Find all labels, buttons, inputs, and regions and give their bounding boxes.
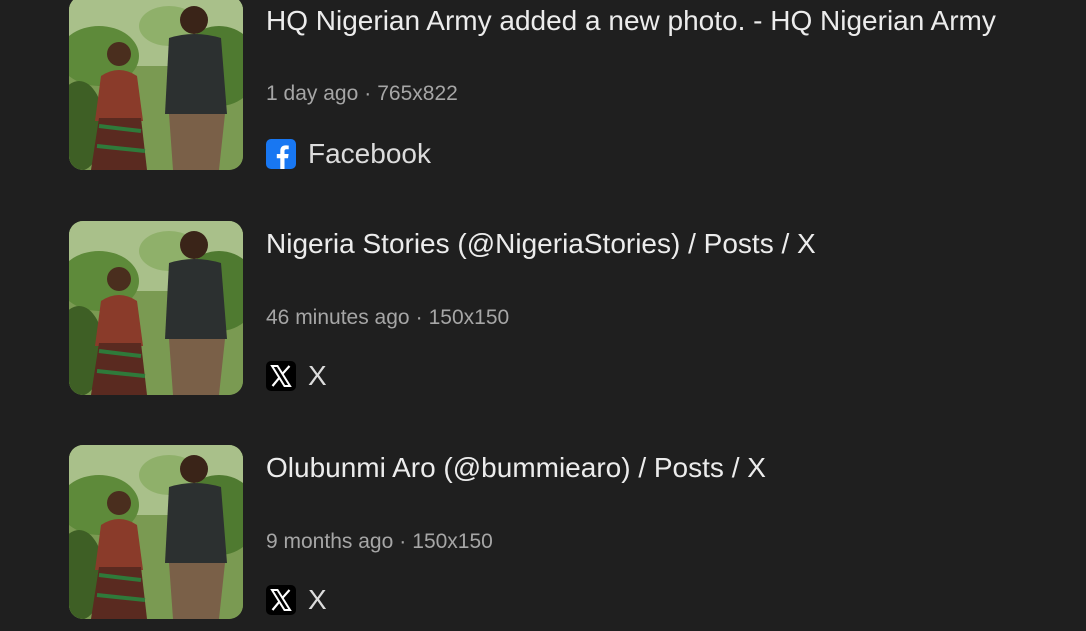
photo-thumbnail-image bbox=[69, 445, 243, 619]
result-thumbnail[interactable] bbox=[69, 0, 243, 170]
photo-thumbnail-image bbox=[69, 221, 243, 395]
result-meta: 1 day ago · 765x822 bbox=[266, 81, 458, 107]
facebook-icon bbox=[266, 139, 296, 169]
result-item[interactable]: HQ Nigerian Army added a new photo. - HQ… bbox=[0, 0, 1086, 172]
result-thumbnail[interactable] bbox=[69, 445, 243, 619]
meta-separator: · bbox=[415, 306, 423, 329]
result-title-link[interactable]: Olubunmi Aro (@bummiearo) / Posts / X bbox=[266, 451, 766, 485]
result-item[interactable]: Nigeria Stories (@NigeriaStories) / Post… bbox=[0, 221, 1086, 397]
meta-separator: · bbox=[399, 530, 407, 553]
result-source[interactable]: Facebook bbox=[266, 137, 431, 171]
x-icon bbox=[266, 585, 296, 615]
photo-thumbnail-image bbox=[69, 0, 243, 170]
x-icon bbox=[266, 361, 296, 391]
source-name: Facebook bbox=[308, 138, 431, 169]
source-name: X bbox=[308, 360, 327, 391]
image-search-results: HQ Nigerian Army added a new photo. - HQ… bbox=[0, 0, 1086, 631]
meta-separator: · bbox=[364, 82, 372, 105]
result-time: 1 day ago bbox=[266, 82, 359, 105]
result-meta: 46 minutes ago · 150x150 bbox=[266, 305, 509, 331]
source-name: X bbox=[308, 584, 327, 615]
result-item[interactable]: Olubunmi Aro (@bummiearo) / Posts / X 9 … bbox=[0, 445, 1086, 621]
result-time: 46 minutes ago bbox=[266, 306, 410, 329]
result-title-link[interactable]: HQ Nigerian Army added a new photo. - HQ… bbox=[266, 4, 996, 38]
result-image-size: 150x150 bbox=[428, 306, 510, 329]
result-source[interactable]: X bbox=[266, 583, 327, 617]
result-image-size: 150x150 bbox=[412, 530, 493, 553]
result-thumbnail[interactable] bbox=[69, 221, 243, 395]
result-meta: 9 months ago · 150x150 bbox=[266, 529, 493, 555]
result-source[interactable]: X bbox=[266, 359, 327, 393]
result-time: 9 months ago bbox=[266, 530, 394, 553]
result-title-link[interactable]: Nigeria Stories (@NigeriaStories) / Post… bbox=[266, 227, 816, 261]
result-image-size: 765x822 bbox=[377, 82, 458, 105]
